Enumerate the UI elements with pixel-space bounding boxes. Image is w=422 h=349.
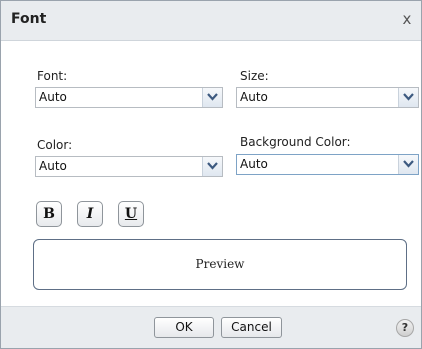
- color-select[interactable]: Auto: [35, 156, 223, 177]
- font-select[interactable]: Auto: [35, 87, 223, 108]
- bold-button[interactable]: B: [36, 201, 62, 227]
- size-select-value: Auto: [240, 90, 268, 104]
- close-icon[interactable]: x: [399, 10, 415, 28]
- chevron-down-icon[interactable]: [202, 157, 222, 176]
- background-color-select-value: Auto: [240, 157, 268, 171]
- chevron-down-icon[interactable]: [202, 88, 222, 107]
- chevron-down-icon[interactable]: [398, 155, 418, 174]
- font-select-value: Auto: [39, 90, 67, 104]
- size-label: Size:: [240, 69, 269, 83]
- dialog-titlebar: Font x: [1, 1, 421, 41]
- chevron-down-icon[interactable]: [398, 88, 418, 107]
- help-icon[interactable]: ?: [396, 319, 414, 337]
- background-color-select[interactable]: Auto: [236, 154, 419, 175]
- dialog-title: Font: [11, 11, 47, 27]
- color-label: Color:: [37, 138, 73, 152]
- ok-button[interactable]: OK: [154, 317, 214, 338]
- font-dialog: Font x Font: Auto Size: Auto Color: Auto…: [0, 0, 422, 349]
- color-select-value: Auto: [39, 159, 67, 173]
- preview-text: Preview: [195, 257, 245, 271]
- preview-box: Preview: [33, 239, 407, 290]
- italic-button[interactable]: I: [77, 201, 103, 227]
- background-color-label: Background Color:: [240, 135, 351, 149]
- font-label: Font:: [37, 69, 68, 83]
- cancel-button[interactable]: Cancel: [221, 317, 282, 338]
- size-select[interactable]: Auto: [236, 87, 419, 108]
- dialog-footer: OK Cancel ?: [1, 306, 421, 348]
- underline-button[interactable]: U: [118, 201, 144, 227]
